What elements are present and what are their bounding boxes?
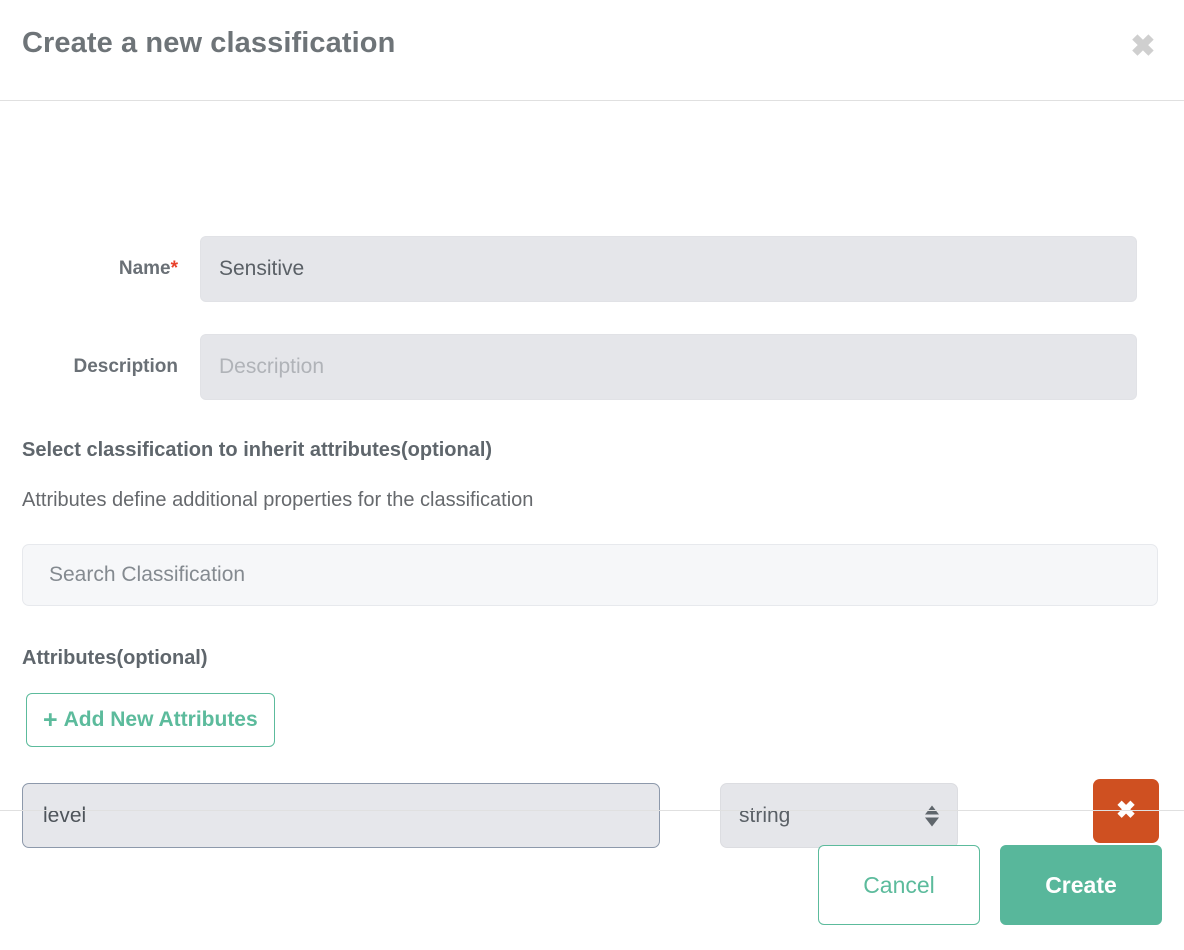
modal-header: Create a new classification ✖ bbox=[0, 0, 1184, 101]
add-new-attributes-label: Add New Attributes bbox=[63, 708, 258, 731]
inherit-section-subtext: Attributes define additional properties … bbox=[22, 489, 534, 511]
name-label: Name* bbox=[0, 236, 200, 302]
inherit-section-heading: Select classification to inherit attribu… bbox=[22, 439, 493, 461]
name-label-text: Name bbox=[118, 258, 171, 279]
name-input[interactable] bbox=[200, 236, 1137, 302]
create-button[interactable]: Create bbox=[1000, 845, 1162, 925]
plus-icon: + bbox=[43, 705, 58, 734]
cancel-button[interactable]: Cancel bbox=[818, 845, 980, 925]
description-field-row: Description bbox=[0, 334, 1184, 400]
create-classification-modal: Create a new classification ✖ Name* Desc… bbox=[0, 0, 1184, 950]
description-label: Description bbox=[73, 356, 178, 377]
attributes-section-heading: Attributes(optional) bbox=[22, 647, 208, 669]
add-new-attributes-button[interactable]: + Add New Attributes bbox=[26, 693, 275, 747]
modal-footer: Cancel Create bbox=[0, 810, 1184, 950]
footer-button-group: Cancel Create bbox=[818, 845, 1162, 925]
page-title: Create a new classification bbox=[22, 27, 396, 59]
search-classification-input[interactable] bbox=[22, 544, 1158, 606]
name-field-row: Name* bbox=[0, 236, 1184, 302]
description-input[interactable] bbox=[200, 334, 1137, 400]
close-icon[interactable]: ✖ bbox=[1126, 30, 1160, 64]
required-asterisk: * bbox=[170, 258, 178, 279]
